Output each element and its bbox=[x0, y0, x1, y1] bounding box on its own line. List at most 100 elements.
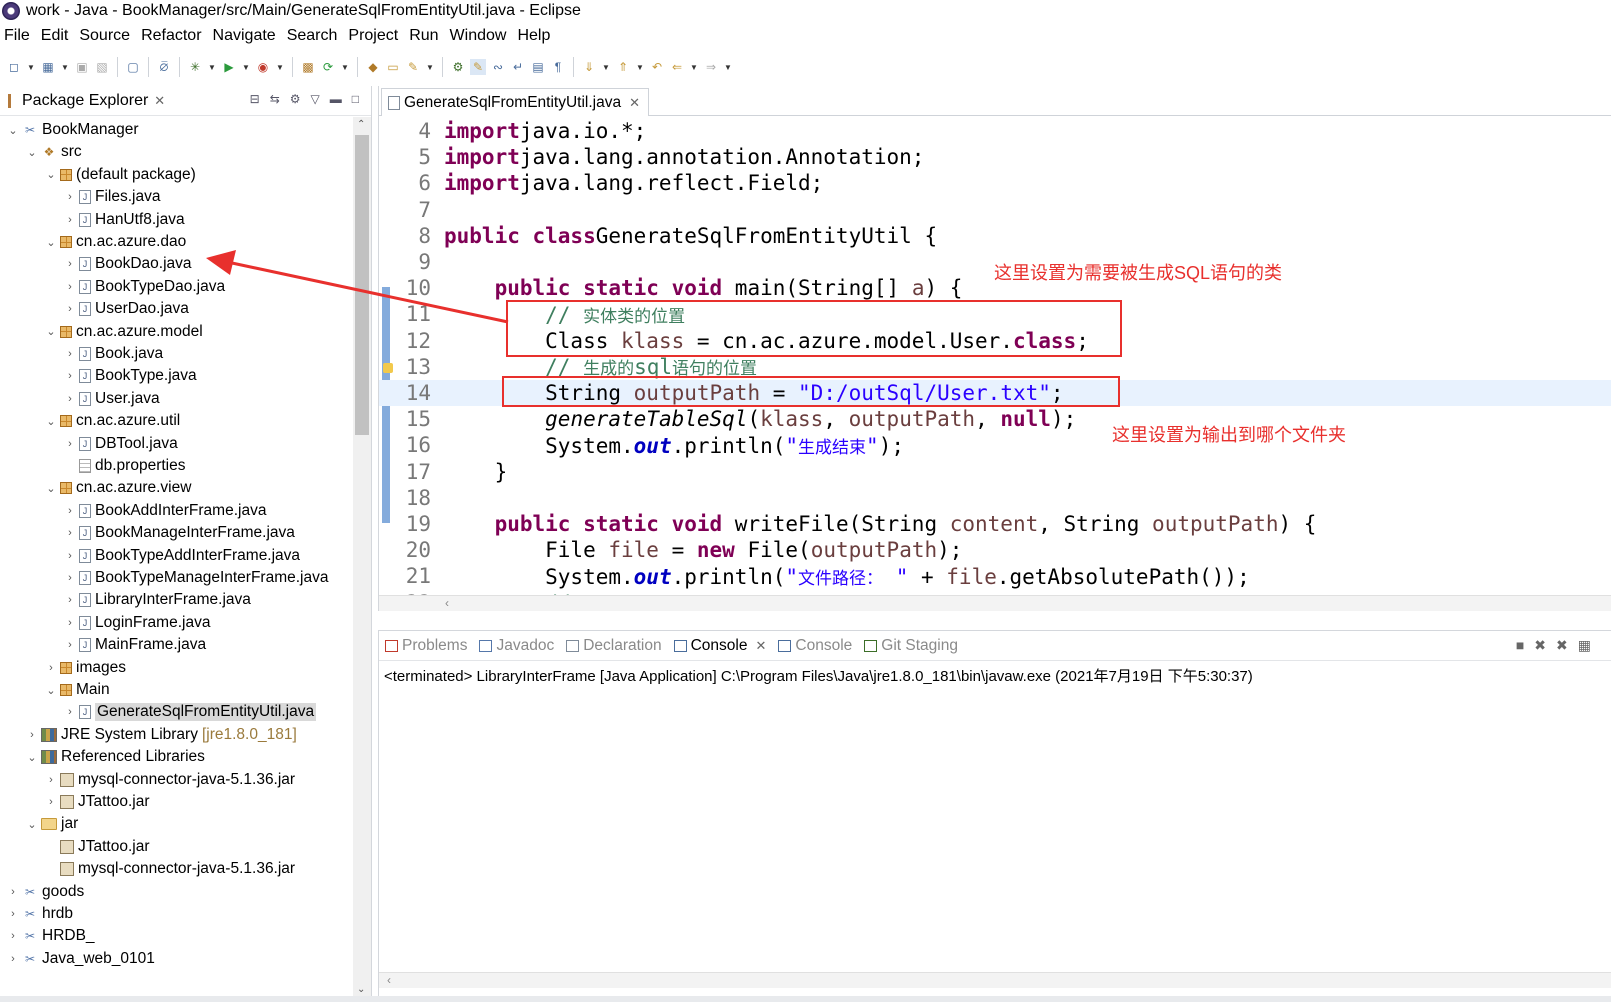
editor-tab[interactable]: GenerateSqlFromEntityUtil.java ✕ bbox=[381, 88, 649, 116]
menu-navigate[interactable]: Navigate bbox=[208, 27, 282, 45]
tree-item[interactable]: › J BookTypeDao.java bbox=[63, 276, 225, 298]
collapse-all-icon[interactable]: ⊟ bbox=[250, 92, 260, 106]
tab-console[interactable]: Console bbox=[778, 637, 852, 655]
chevron-right-icon[interactable]: › bbox=[63, 572, 77, 584]
remove-launch-icon[interactable]: ✖ bbox=[1534, 637, 1546, 654]
terminal-icon[interactable]: ▢ bbox=[125, 59, 141, 75]
previous-annotation-dropdown-icon[interactable]: ▼ bbox=[635, 63, 645, 72]
next-annotation-dropdown-icon[interactable]: ▼ bbox=[601, 63, 611, 72]
chevron-down-icon[interactable]: ⌄ bbox=[25, 751, 39, 764]
open-type-icon[interactable]: ◆ bbox=[365, 59, 381, 75]
chevron-right-icon[interactable]: › bbox=[44, 774, 58, 786]
tab-declaration[interactable]: Declaration bbox=[566, 637, 662, 655]
chevron-right-icon[interactable]: › bbox=[6, 953, 20, 965]
tree-item[interactable]: ⌄ cn.ac.azure.dao bbox=[44, 231, 186, 253]
tree-item[interactable]: › JRE System Library [jre1.8.0_181] bbox=[25, 724, 297, 746]
code-line[interactable]: 6 importjava.lang.reflect.Field; bbox=[379, 170, 1611, 196]
tree-item[interactable]: › J Book.java bbox=[63, 343, 163, 365]
open-task-icon[interactable]: ⚙ bbox=[450, 59, 466, 75]
code-line[interactable]: 4 importjava.io.*; bbox=[379, 118, 1611, 144]
back-icon[interactable]: ⇐ bbox=[669, 59, 685, 75]
chevron-down-icon[interactable]: ⌄ bbox=[44, 482, 58, 495]
filter-icon[interactable]: ⚙ bbox=[290, 92, 301, 106]
search-dropdown-icon[interactable]: ▼ bbox=[425, 63, 435, 72]
next-annotation-icon[interactable]: ⇓ bbox=[581, 59, 597, 75]
remove-all-terminated-icon[interactable]: ✖ bbox=[1556, 637, 1568, 654]
tree-item[interactable]: ⌄ ✂ BookManager bbox=[6, 119, 138, 141]
tree-item[interactable]: › images bbox=[44, 657, 126, 679]
tree-item[interactable]: ⌄ jar bbox=[25, 813, 78, 835]
new-wizard-dropdown-icon[interactable]: ▼ bbox=[60, 63, 70, 72]
menu-window[interactable]: Window bbox=[445, 27, 513, 45]
tree-item[interactable]: › JTattoo.jar bbox=[44, 791, 149, 813]
back-dropdown-icon[interactable]: ▼ bbox=[689, 63, 699, 72]
tree-item[interactable]: › J BookManageInterFrame.java bbox=[63, 522, 295, 544]
chevron-right-icon[interactable]: › bbox=[6, 886, 20, 898]
tab-javadoc[interactable]: Javadoc bbox=[479, 637, 554, 655]
chevron-down-icon[interactable]: ⌄ bbox=[44, 236, 58, 249]
chevron-right-icon[interactable]: › bbox=[63, 639, 77, 651]
tree-scrollbar-thumb[interactable] bbox=[355, 135, 369, 435]
chevron-right-icon[interactable]: › bbox=[63, 550, 77, 562]
tree-item[interactable]: › ✂ HRDB_ bbox=[6, 925, 94, 947]
chevron-right-icon[interactable]: › bbox=[6, 930, 20, 942]
new-dropdown-icon[interactable]: ▼ bbox=[26, 63, 36, 72]
tree-item[interactable]: › J BookDao.java bbox=[63, 253, 191, 275]
new-icon[interactable]: ◻ bbox=[6, 59, 22, 75]
skip-breakpoints-icon[interactable]: ⦱ bbox=[156, 59, 172, 75]
tree-item[interactable]: › J DBTool.java bbox=[63, 433, 178, 455]
chevron-right-icon[interactable]: › bbox=[63, 303, 77, 315]
save-all-icon[interactable]: ▧ bbox=[94, 59, 110, 75]
tab-console[interactable]: Console ✕ bbox=[673, 637, 766, 655]
chevron-right-icon[interactable]: › bbox=[63, 505, 77, 517]
last-edit-location-icon[interactable]: ↶ bbox=[649, 59, 665, 75]
tree-item[interactable]: › J GenerateSqlFromEntityUtil.java bbox=[63, 701, 317, 723]
chevron-right-icon[interactable]: › bbox=[63, 281, 77, 293]
package-explorer-title[interactable]: Package Explorer bbox=[22, 92, 148, 110]
chevron-right-icon[interactable]: › bbox=[63, 438, 77, 450]
chevron-down-icon[interactable]: ⌄ bbox=[6, 124, 20, 137]
tree-item[interactable]: ⌄ (default package) bbox=[44, 164, 195, 186]
debug-dropdown-icon[interactable]: ▼ bbox=[207, 63, 217, 72]
code-line[interactable]: 20 File file = new File(outputPath); bbox=[379, 537, 1611, 563]
code-line[interactable]: 21 System.out.println("文件路径： " + file.ge… bbox=[379, 563, 1611, 589]
run-dropdown-icon[interactable]: ▼ bbox=[241, 63, 251, 72]
close-icon[interactable]: ✕ bbox=[154, 93, 165, 109]
code-line[interactable]: 5 importjava.lang.annotation.Annotation; bbox=[379, 144, 1611, 170]
tree-item[interactable]: db.properties bbox=[63, 455, 185, 477]
tab-problems[interactable]: Problems bbox=[385, 637, 467, 655]
code-line[interactable]: 16 System.out.println("生成结束"); bbox=[379, 432, 1611, 458]
tree-item[interactable]: mysql-connector-java-5.1.36.jar bbox=[44, 858, 295, 880]
menu-run[interactable]: Run bbox=[404, 27, 444, 45]
code-line[interactable]: 7 bbox=[379, 197, 1611, 223]
console-options-icon[interactable]: ▦ bbox=[1578, 637, 1591, 654]
tree-item[interactable]: › J BookType.java bbox=[63, 365, 197, 387]
maximize-icon[interactable]: □ bbox=[352, 92, 359, 106]
chevron-right-icon[interactable]: › bbox=[44, 796, 58, 808]
tree-item[interactable]: › J LoginFrame.java bbox=[63, 612, 210, 634]
menu-refactor[interactable]: Refactor bbox=[136, 27, 207, 45]
external-tools-dropdown-icon[interactable]: ▼ bbox=[275, 63, 285, 72]
chevron-right-icon[interactable]: › bbox=[63, 706, 77, 718]
editor-horizontal-scrollbar[interactable]: ‹ bbox=[379, 595, 1611, 611]
tree-item[interactable]: › J BookTypeAddInterFrame.java bbox=[63, 545, 300, 567]
new-package-dropdown-icon[interactable]: ▼ bbox=[340, 63, 350, 72]
chevron-right-icon[interactable]: › bbox=[63, 617, 77, 629]
run-icon[interactable]: ▶ bbox=[221, 59, 237, 75]
open-resource-icon[interactable]: ▭ bbox=[385, 59, 401, 75]
tab-git-staging[interactable]: Git Staging bbox=[864, 637, 958, 655]
chevron-down-icon[interactable]: ⌄ bbox=[44, 415, 58, 428]
chevron-right-icon[interactable]: › bbox=[63, 191, 77, 203]
tree-item[interactable]: › J MainFrame.java bbox=[63, 634, 206, 656]
code-line[interactable]: 18 bbox=[379, 485, 1611, 511]
previous-annotation-icon[interactable]: ⇑ bbox=[615, 59, 631, 75]
tree-item[interactable]: › J BookTypeManageInterFrame.java bbox=[63, 567, 328, 589]
chevron-right-icon[interactable]: › bbox=[63, 393, 77, 405]
forward-icon[interactable]: ⇒ bbox=[703, 59, 719, 75]
word-wrap-icon[interactable]: ↵ bbox=[510, 59, 526, 75]
show-whitespace-icon[interactable]: ∾ bbox=[490, 59, 506, 75]
tree-item[interactable]: ⌄ Referenced Libraries bbox=[25, 746, 205, 768]
tree-item[interactable]: › ✂ hrdb bbox=[6, 903, 73, 925]
chevron-right-icon[interactable]: › bbox=[6, 908, 20, 920]
chevron-right-icon[interactable]: › bbox=[63, 258, 77, 270]
